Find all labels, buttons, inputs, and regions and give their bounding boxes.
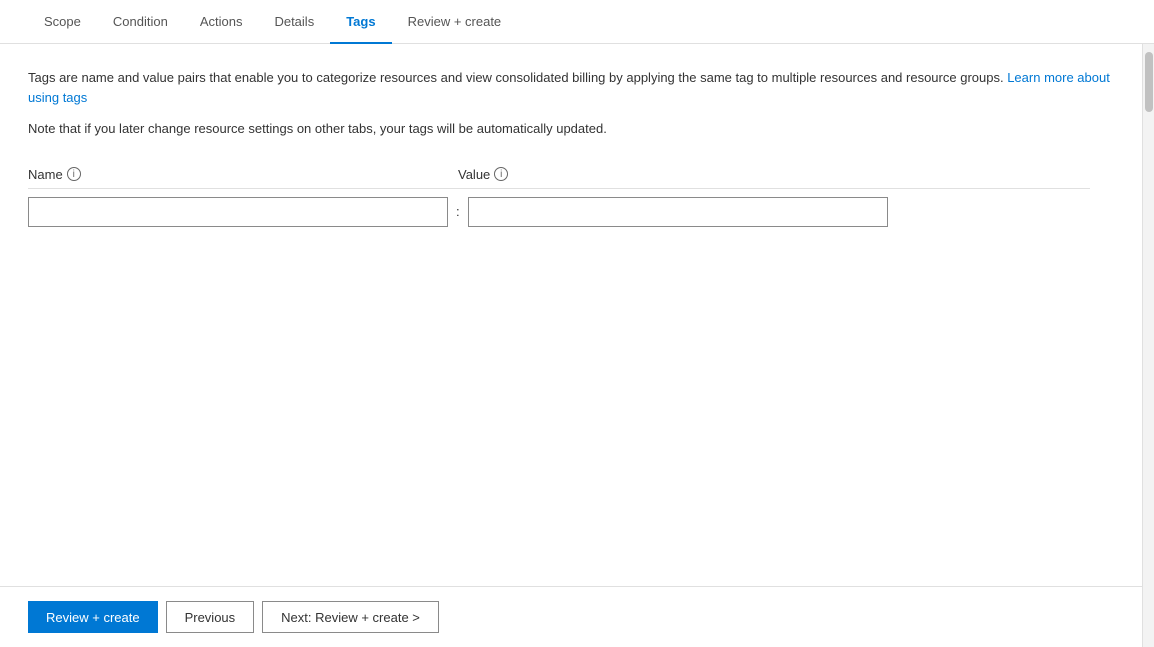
value-label: Value [458,167,490,182]
tag-input-row: : [28,197,1090,227]
tab-details[interactable]: Details [258,0,330,43]
main-content: Tags are name and value pairs that enabl… [0,44,1142,586]
tab-review-create[interactable]: Review + create [392,0,518,43]
previous-button[interactable]: Previous [166,601,255,633]
scrollbar[interactable] [1142,44,1154,647]
next-button[interactable]: Next: Review + create > [262,601,439,633]
footer: Review + create Previous Next: Review + … [0,586,1142,647]
content-area: Tags are name and value pairs that enabl… [0,44,1142,647]
tab-tags[interactable]: Tags [330,0,391,43]
tag-value-input[interactable] [468,197,888,227]
value-info-icon[interactable]: i [494,167,508,181]
tags-form: Name i Value i : [28,167,1114,227]
description-text: Tags are name and value pairs that enabl… [28,68,1114,107]
description-main: Tags are name and value pairs that enabl… [28,70,1004,85]
tab-actions[interactable]: Actions [184,0,259,43]
page-wrapper: Tags are name and value pairs that enabl… [0,44,1154,647]
note-text: Note that if you later change resource s… [28,119,1114,139]
scrollbar-thumb [1145,52,1153,112]
tab-navigation: ScopeConditionActionsDetailsTagsReview +… [0,0,1154,44]
name-column-header: Name i [28,167,458,182]
field-header-row: Name i Value i [28,167,1090,189]
tag-name-input[interactable] [28,197,448,227]
name-label: Name [28,167,63,182]
tab-condition[interactable]: Condition [97,0,184,43]
review-create-button[interactable]: Review + create [28,601,158,633]
value-column-header: Value i [458,167,1090,182]
name-info-icon[interactable]: i [67,167,81,181]
tab-scope[interactable]: Scope [28,0,97,43]
colon-separator: : [448,204,468,219]
